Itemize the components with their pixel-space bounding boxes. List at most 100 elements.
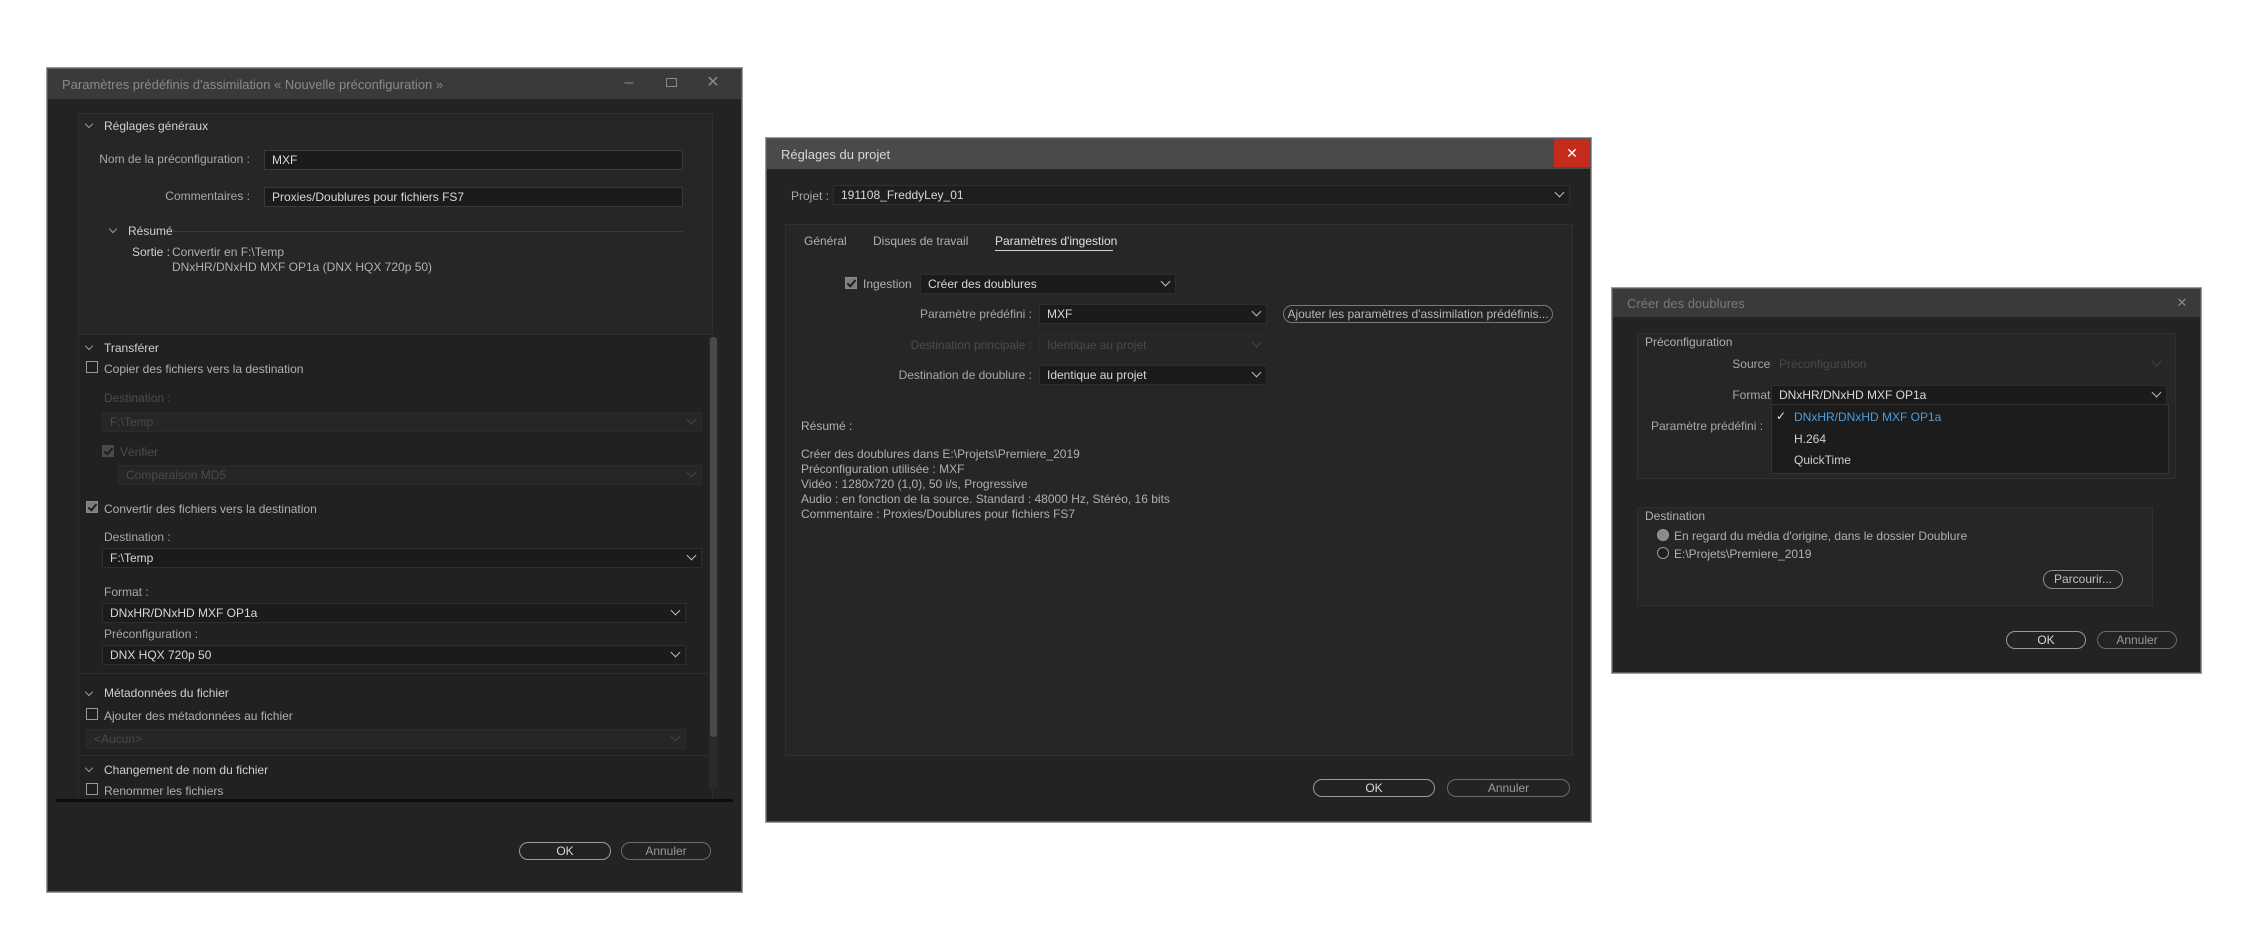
- chevron-down-icon: [686, 414, 697, 425]
- format-dropdown-menu: ✓ DNxHR/DNxHD MXF OP1a H.264 QuickTime: [1771, 404, 2169, 474]
- ingest-value: Créer des doublures: [928, 277, 1037, 291]
- rename-files-checkbox[interactable]: [86, 783, 98, 795]
- verify-method-select[interactable]: Comparaison MD5: [118, 465, 702, 485]
- dropdown-option[interactable]: ✓ DNxHR/DNxHD MXF OP1a: [1772, 407, 2168, 427]
- browse-button[interactable]: Parcourir...: [2043, 570, 2123, 589]
- option-label: QuickTime: [1794, 453, 1851, 467]
- verify-label: Vérifier: [120, 445, 159, 459]
- tab-ingest-settings[interactable]: Paramètres d'ingestion: [995, 234, 1117, 248]
- summary-line: Commentaire : Proxies/Doublures pour fic…: [801, 507, 1076, 521]
- metadata-select[interactable]: <Aucun>: [86, 729, 686, 749]
- close-icon[interactable]: ✕: [1554, 139, 1590, 167]
- preset-select[interactable]: MXF: [1039, 304, 1267, 324]
- window-title: Paramètres prédéfinis d'assimilation « N…: [62, 77, 444, 92]
- project-value: 191108_FreddyLey_01: [841, 188, 964, 202]
- minimize-icon[interactable]: –: [609, 69, 649, 97]
- chevron-down-icon: [2151, 387, 2162, 398]
- preset-name-label: Nom de la préconfiguration :: [99, 152, 250, 166]
- verify-checkbox[interactable]: [102, 445, 114, 457]
- summary-title: Résumé :: [801, 419, 853, 433]
- format-select[interactable]: DNxHR/DNxHD MXF OP1a: [1771, 385, 2167, 405]
- add-metadata-checkbox[interactable]: [86, 708, 98, 720]
- convert-files-checkbox[interactable]: [86, 501, 98, 513]
- comments-label: Commentaires :: [165, 189, 250, 203]
- chevron-down-icon: [1554, 187, 1565, 198]
- scrollbar[interactable]: [709, 337, 718, 789]
- chevron-down-icon: [670, 647, 681, 658]
- chevron-down-icon: [670, 605, 681, 616]
- metadata-value: <Aucun>: [94, 732, 143, 746]
- format-select[interactable]: DNxHR/DNxHD MXF OP1a: [102, 603, 686, 623]
- copy-destination-label: Destination :: [104, 391, 171, 405]
- summary-line: Vidéo : 1280x720 (1,0), 50 i/s, Progress…: [801, 477, 1028, 491]
- ok-button[interactable]: OK: [1313, 779, 1435, 797]
- chevron-down-icon: [1251, 306, 1262, 317]
- cancel-button[interactable]: Annuler: [2097, 631, 2177, 649]
- primary-destination-select[interactable]: Identique au projet: [1039, 335, 1267, 355]
- ingest-select[interactable]: Créer des doublures: [920, 274, 1176, 294]
- preconfiguration-header: Préconfiguration: [1645, 335, 1733, 349]
- tab-general[interactable]: Général: [804, 234, 847, 248]
- scrollbar-thumb[interactable]: [710, 337, 717, 737]
- convert-destination-select[interactable]: F:\Temp: [102, 548, 702, 568]
- output-line-1: Convertir en F:\Temp: [172, 245, 285, 259]
- add-ingest-presets-button[interactable]: Ajouter les paramètres d'assimilation pr…: [1283, 305, 1553, 323]
- proxy-destination-value: Identique au projet: [1047, 368, 1147, 382]
- format-value: DNxHR/DNxHD MXF OP1a: [110, 606, 258, 620]
- title-bar[interactable]: Créer des doublures ✕: [1613, 289, 2200, 317]
- cancel-button[interactable]: Annuler: [1447, 779, 1570, 797]
- add-metadata-label: Ajouter des métadonnées au fichier: [104, 709, 293, 723]
- convert-destination-label: Destination :: [104, 530, 171, 544]
- chevron-down-icon: [1251, 367, 1262, 378]
- proxy-destination-label: Destination de doublure :: [898, 368, 1032, 382]
- metadata-header: Métadonnées du fichier: [104, 686, 229, 700]
- comments-input[interactable]: Proxies/Doublures pour fichiers FS7: [264, 187, 683, 207]
- preset-name-input[interactable]: MXF: [264, 150, 683, 170]
- output-line-2: DNxHR/DNxHD MXF OP1a (DNX HQX 720p 50): [172, 260, 433, 274]
- transfer-header: Transférer: [104, 341, 159, 355]
- maximize-icon[interactable]: [651, 69, 691, 97]
- verify-method-value: Comparaison MD5: [126, 468, 227, 482]
- dropdown-option[interactable]: H.264: [1772, 429, 2168, 449]
- copy-destination-value: F:\Temp: [110, 415, 154, 429]
- summary-line: Créer des doublures dans E:\Projets\Prem…: [801, 447, 1080, 461]
- preconfiguration-value: DNX HQX 720p 50: [110, 648, 212, 662]
- preconfiguration-label: Préconfiguration :: [104, 627, 199, 641]
- source-select[interactable]: Préconfiguration: [1771, 354, 2167, 374]
- close-icon[interactable]: ✕: [693, 69, 733, 97]
- chevron-down-icon: [1160, 276, 1171, 287]
- preconfiguration-select[interactable]: DNX HQX 720p 50: [102, 645, 686, 665]
- title-bar[interactable]: Paramètres prédéfinis d'assimilation « N…: [48, 69, 741, 99]
- project-settings-dialog: Réglages du projet ✕ Projet : 191108_Fre…: [766, 138, 1591, 822]
- title-bar[interactable]: Réglages du projet ✕: [767, 139, 1590, 169]
- active-tab-underline: [995, 250, 1113, 251]
- proxy-destination-select[interactable]: Identique au projet: [1039, 365, 1267, 385]
- cancel-button[interactable]: Annuler: [621, 842, 711, 860]
- project-label: Projet :: [791, 189, 830, 203]
- ingest-checkbox[interactable]: [845, 277, 857, 289]
- radio-custom-path[interactable]: [1657, 547, 1669, 559]
- divider: [56, 799, 733, 802]
- dropdown-option[interactable]: QuickTime: [1772, 451, 2168, 471]
- rename-header: Changement de nom du fichier: [104, 763, 269, 777]
- copy-destination-select[interactable]: F:\Temp: [102, 412, 702, 432]
- rename-files-label: Renommer les fichiers: [104, 784, 224, 798]
- divider: [78, 673, 708, 674]
- tab-scratch-disks[interactable]: Disques de travail: [873, 234, 968, 248]
- radio-original-media[interactable]: [1657, 529, 1669, 541]
- project-select[interactable]: 191108_FreddyLey_01: [833, 185, 1570, 205]
- ok-button[interactable]: OK: [519, 842, 611, 860]
- general-settings-header: Réglages généraux: [104, 119, 209, 133]
- ok-button[interactable]: OK: [2006, 631, 2086, 649]
- preset-label: Paramètre prédéfini :: [1651, 419, 1764, 433]
- option-label: DNxHR/DNxHD MXF OP1a: [1794, 410, 1942, 424]
- create-proxies-dialog: Créer des doublures ✕ Préconfiguration S…: [1612, 288, 2201, 673]
- divider: [78, 755, 708, 756]
- primary-destination-label: Destination principale :: [910, 338, 1032, 352]
- summary-line: Audio : en fonction de la source. Standa…: [801, 492, 1170, 506]
- preset-value: MXF: [1047, 307, 1073, 321]
- copy-files-checkbox[interactable]: [86, 361, 98, 373]
- close-icon[interactable]: ✕: [2164, 289, 2200, 317]
- primary-destination-value: Identique au projet: [1047, 338, 1147, 352]
- source-label: Source :: [1732, 357, 1777, 371]
